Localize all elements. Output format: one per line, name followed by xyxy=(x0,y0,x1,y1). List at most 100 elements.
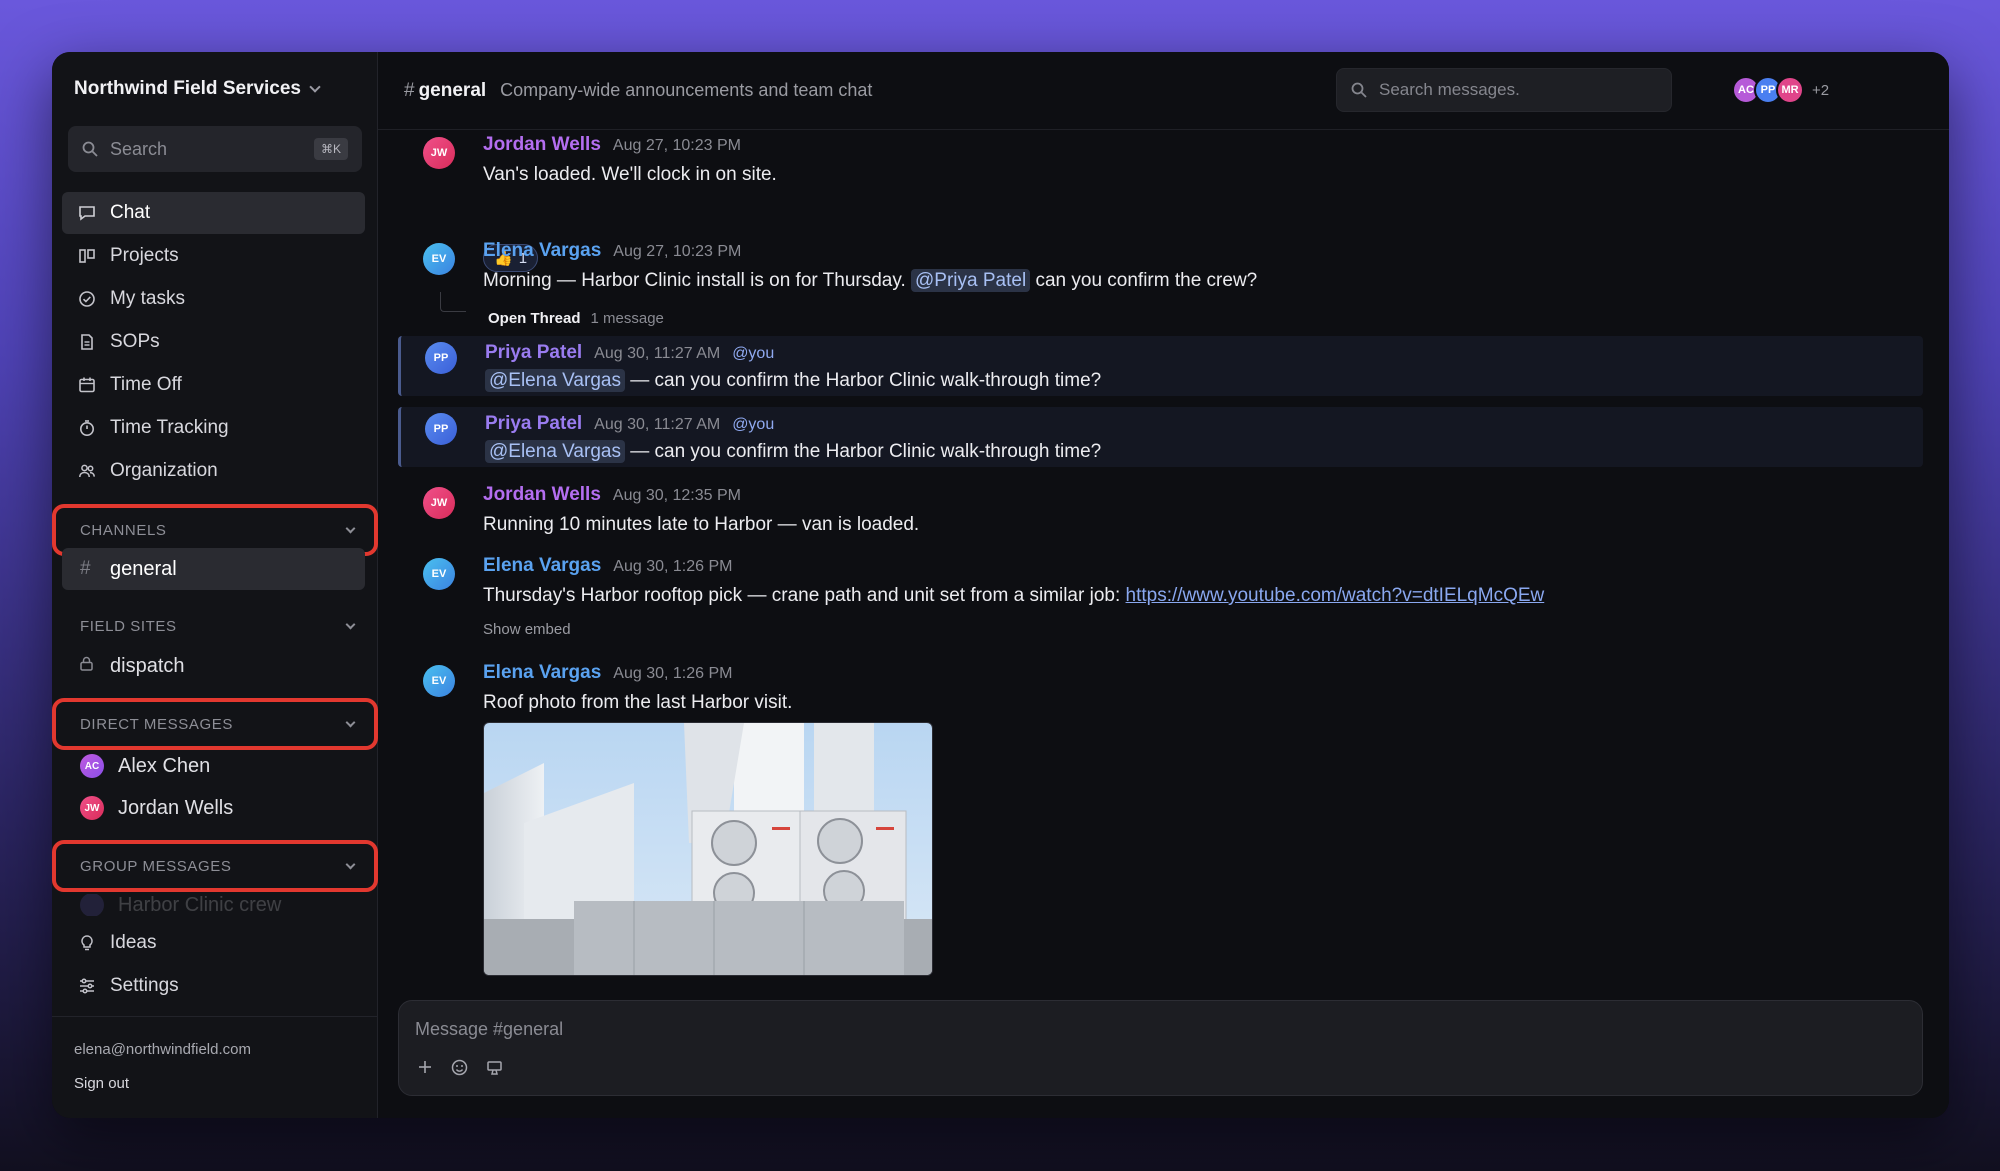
sign-out-link[interactable]: Sign out xyxy=(74,1075,129,1092)
nav-label: SOPs xyxy=(110,331,160,352)
you-tag: @you xyxy=(732,345,775,362)
text-part: can you confirm the crew? xyxy=(1030,270,1258,291)
chevron-down-icon xyxy=(345,523,356,533)
section-header-direct-messages[interactable]: DIRECT MESSAGES xyxy=(72,706,366,742)
sidebar-item-alex-chen[interactable]: AC Alex Chen xyxy=(62,745,365,787)
avatar: EV xyxy=(423,665,455,697)
avatar: EV xyxy=(423,558,455,590)
message-header: Elena Vargas Aug 27, 10:23 PM xyxy=(483,240,741,262)
workspace-switcher[interactable]: Northwind Field Services xyxy=(74,78,321,100)
message-timestamp: Aug 27, 10:23 PM xyxy=(613,243,742,260)
people-icon xyxy=(78,462,96,480)
message-timestamp: Aug 30, 11:27 AM xyxy=(594,416,721,433)
emoji-icon[interactable] xyxy=(451,1059,468,1081)
nav-item-time-off[interactable]: Time Off xyxy=(62,364,365,406)
sidebar-item-harbor-clinic-crew[interactable]: Harbor Clinic crew xyxy=(62,894,365,916)
search-icon xyxy=(82,141,98,157)
chevron-down-icon xyxy=(345,717,356,727)
section-header-channels[interactable]: CHANNELS xyxy=(72,512,366,548)
message-author[interactable]: Elena Vargas xyxy=(483,555,601,577)
workspace-name: Northwind Field Services xyxy=(74,78,301,99)
chat-main: # general Company-wide announcements and … xyxy=(378,52,1949,1118)
show-embed-button[interactable]: Show embed xyxy=(483,621,571,638)
nav-label: Time Tracking xyxy=(110,417,229,438)
sidebar-search[interactable]: Search ⌘K xyxy=(68,126,362,172)
section-title: CHANNELS xyxy=(80,521,167,539)
mention[interactable]: @Priya Patel xyxy=(911,269,1031,292)
nav-label: Projects xyxy=(110,245,179,266)
app-window: Northwind Field Services Search ⌘K Chat … xyxy=(52,52,1949,1118)
message-author[interactable]: Jordan Wells xyxy=(483,134,601,156)
open-thread-link[interactable]: Open Thread 1 message xyxy=(488,310,664,327)
nav-label: Chat xyxy=(110,202,151,223)
avatar: JW xyxy=(423,487,455,519)
message-text: @Elena Vargas — can you confirm the Harb… xyxy=(485,369,1101,392)
message-header: Jordan Wells Aug 27, 10:23 PM xyxy=(483,134,741,156)
channel-members[interactable]: AC PP MR +2 xyxy=(1732,76,1829,104)
nav-item-chat[interactable]: Chat xyxy=(62,192,365,234)
chevron-down-icon xyxy=(345,619,356,629)
message-author[interactable]: Elena Vargas xyxy=(483,240,601,262)
nav-item-sops[interactable]: SOPs xyxy=(62,321,365,363)
composer-placeholder: Message #general xyxy=(415,1019,564,1039)
message-author[interactable]: Priya Patel xyxy=(485,342,582,364)
chevron-down-icon xyxy=(309,81,321,93)
sidebar-item-jordan-wells[interactable]: JW Jordan Wells xyxy=(62,787,365,829)
nav-label: Ideas xyxy=(110,932,157,953)
projects-icon xyxy=(78,247,96,265)
mention[interactable]: @Elena Vargas xyxy=(485,369,625,392)
nav-item-projects[interactable]: Projects xyxy=(62,235,365,277)
message: EV Elena Vargas Aug 30, 1:26 PM Thursday… xyxy=(398,555,1923,655)
message: EV Elena Vargas Aug 27, 10:23 PM Morning… xyxy=(398,240,1923,330)
plus-icon[interactable] xyxy=(417,1059,433,1081)
message-text: Roof photo from the last Harbor visit. xyxy=(483,692,793,713)
message-author[interactable]: Elena Vargas xyxy=(483,662,601,684)
composer-toolbar xyxy=(417,1059,503,1081)
nav-item-time-tracking[interactable]: Time Tracking xyxy=(62,407,365,449)
sliders-icon xyxy=(78,977,96,995)
message-author[interactable]: Jordan Wells xyxy=(483,484,601,506)
channel-label: general xyxy=(110,557,177,580)
sidebar-footer: elena@northwindfield.com Sign out xyxy=(52,1016,378,1118)
message-timestamp: Aug 27, 10:23 PM xyxy=(612,137,741,154)
message-highlighted: PP Priya Patel Aug 30, 11:27 AM @you @El… xyxy=(398,407,1923,467)
mention[interactable]: @Elena Vargas xyxy=(485,440,625,463)
channel-name: general xyxy=(418,79,487,101)
avatar: PP xyxy=(425,342,457,374)
nav-item-organization[interactable]: Organization xyxy=(62,450,365,492)
thread-label: Open Thread xyxy=(488,310,581,327)
lock-icon xyxy=(80,655,94,677)
nav-item-my-tasks[interactable]: My tasks xyxy=(62,278,365,320)
message-search-input[interactable]: Search messages. xyxy=(1336,68,1672,112)
nav-label: Settings xyxy=(110,975,179,996)
channel-description: Company-wide announcements and team chat xyxy=(500,80,873,100)
message-composer[interactable]: Message #general xyxy=(398,1000,1923,1096)
document-icon xyxy=(78,333,96,351)
sidebar-item-dispatch[interactable]: dispatch xyxy=(62,645,365,687)
avatar: MR xyxy=(1776,76,1804,104)
nav-item-ideas[interactable]: Ideas xyxy=(62,922,365,964)
dm-label: Alex Chen xyxy=(118,754,211,777)
section-header-group-messages[interactable]: GROUP MESSAGES xyxy=(72,848,366,884)
channel-header: # general Company-wide announcements and … xyxy=(378,52,1949,130)
nav-item-settings[interactable]: Settings xyxy=(62,965,365,1007)
channel-title: # general xyxy=(404,80,486,102)
message: EV Elena Vargas Aug 30, 1:26 PM Roof pho… xyxy=(398,662,1923,1042)
roof-photo-attachment[interactable] xyxy=(483,722,933,976)
sidebar: Northwind Field Services Search ⌘K Chat … xyxy=(52,52,378,1118)
video-message-icon[interactable] xyxy=(486,1059,503,1081)
chat-icon xyxy=(78,204,96,222)
channel-label: dispatch xyxy=(110,654,185,677)
message-text: Thursday's Harbor rooftop pick — crane p… xyxy=(483,585,1544,607)
message-header: Priya Patel Aug 30, 11:27 AM @you xyxy=(485,342,774,364)
message-text: Morning — Harbor Clinic install is on fo… xyxy=(483,269,1258,292)
search-placeholder: Search messages. xyxy=(1379,80,1520,99)
message-header: Elena Vargas Aug 30, 1:26 PM xyxy=(483,555,732,577)
section-title: DIRECT MESSAGES xyxy=(80,715,233,733)
sidebar-item-general[interactable]: # general xyxy=(62,548,365,590)
chevron-down-icon xyxy=(345,859,356,869)
message-link[interactable]: https://www.youtube.com/watch?v=dtIELqMc… xyxy=(1126,585,1545,606)
lightbulb-icon xyxy=(78,934,96,952)
message-author[interactable]: Priya Patel xyxy=(485,413,582,435)
section-header-field-sites[interactable]: FIELD SITES xyxy=(72,608,366,644)
